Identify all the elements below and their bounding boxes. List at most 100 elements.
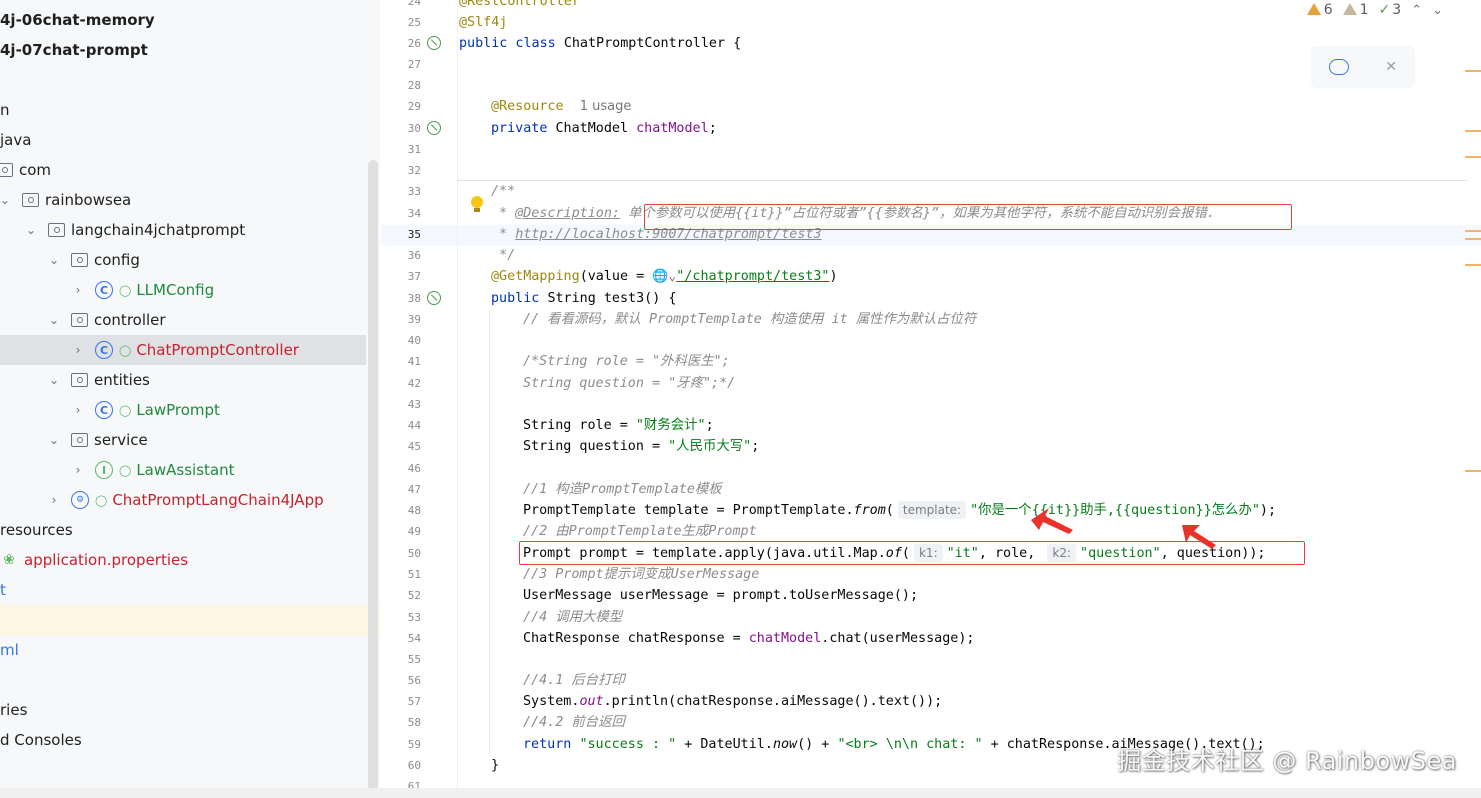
line-number[interactable]: 31 (381, 139, 421, 160)
tree-item-lawprompt[interactable]: › C ◯ LawPrompt (0, 395, 366, 425)
line-number[interactable]: 35 (381, 224, 421, 245)
stripe-mark[interactable] (1465, 156, 1481, 158)
line-number[interactable]: 51 (381, 564, 421, 585)
tree-item-module-07[interactable]: 4j-07chat-prompt (0, 35, 366, 65)
line-number[interactable]: 50 (381, 543, 421, 564)
usage-hint[interactable]: 1 usage (580, 99, 632, 114)
weak-warning-count[interactable]: 1 (1342, 2, 1369, 18)
chevron-right-icon[interactable]: › (71, 343, 85, 357)
tree-item-entities[interactable]: ⌄ entities (0, 365, 366, 395)
tree-item-config[interactable]: ⌄ config (0, 245, 366, 275)
globe-icon[interactable]: 🌐⌄ (652, 269, 676, 284)
line-number[interactable]: 52 (381, 585, 421, 606)
bean-gutter-icon[interactable] (427, 36, 441, 50)
tree-item-scratches[interactable]: d Consoles (0, 725, 366, 755)
line-number[interactable]: 46 (381, 458, 421, 479)
bean-gutter-icon[interactable] (427, 121, 441, 135)
chevron-down-icon[interactable]: ⌄ (0, 193, 12, 207)
tree-item-langchain4jchatprompt[interactable]: ⌄ langchain4jchatprompt (0, 215, 366, 245)
tree-item-main[interactable]: n (0, 95, 366, 125)
tree-item-lawassistant[interactable]: › I ◯ LawAssistant (0, 455, 366, 485)
line-number[interactable]: 28 (381, 75, 421, 96)
tree-item-chatpromptcontroller[interactable]: › C ◯ ChatPromptController (0, 335, 366, 365)
tree-item-rainbowsea[interactable]: ⌄ rainbowsea (0, 185, 366, 215)
stripe-mark[interactable] (1465, 264, 1481, 266)
tree-item-highlighted[interactable] (0, 605, 380, 635)
chevron-down-icon[interactable]: ⌄ (1432, 3, 1443, 18)
stripe-mark[interactable] (1465, 130, 1481, 132)
tree-scrollbar[interactable] (368, 160, 378, 790)
line-number[interactable]: 33 (381, 181, 421, 202)
tree-item-service[interactable]: ⌄ service (0, 425, 366, 455)
line-number[interactable]: 43 (381, 394, 421, 415)
line-number[interactable]: 38 (381, 288, 421, 309)
lightbulb-icon[interactable] (471, 196, 483, 212)
line-number[interactable]: 26 (381, 33, 421, 54)
warning-count[interactable]: 6 (1306, 2, 1333, 18)
stripe-mark[interactable] (1465, 238, 1481, 240)
line-number[interactable]: 41 (381, 351, 421, 372)
access-icon: ◯ (119, 343, 132, 357)
chevron-right-icon[interactable]: › (71, 283, 85, 297)
tree-item-com[interactable]: com (0, 155, 366, 185)
line-number[interactable]: 48 (381, 500, 421, 521)
close-icon[interactable]: ✕ (1385, 59, 1397, 75)
line-gutter: 24 25 26 27 28 29 30 31 32 33 34 35 36 37 38 39 40 41 42 43… (381, 0, 457, 798)
line-number[interactable]: 37 (381, 266, 421, 287)
line-number[interactable]: 57 (381, 691, 421, 712)
ok-count[interactable]: ✓ 3 (1379, 2, 1402, 18)
line-number[interactable]: 24 (381, 0, 421, 12)
bottom-scrollbar[interactable] (0, 788, 1481, 798)
tree-item-test[interactable]: t (0, 575, 366, 605)
line-number[interactable]: 44 (381, 415, 421, 436)
line-number[interactable]: 27 (381, 54, 421, 75)
chevron-down-icon[interactable]: ⌄ (47, 253, 61, 267)
line-number[interactable]: 39 (381, 309, 421, 330)
line-number[interactable]: 49 (381, 521, 421, 542)
line-number[interactable]: 56 (381, 670, 421, 691)
tree-item-pom[interactable]: ml (0, 635, 366, 665)
tree-item-controller[interactable]: ⌄ controller (0, 305, 366, 335)
chevron-right-icon[interactable]: › (47, 493, 61, 507)
line-number[interactable]: 53 (381, 607, 421, 628)
tree-item-libraries[interactable]: ries (0, 695, 366, 725)
tree-item-module-06[interactable]: 4j-06chat-memory (0, 5, 366, 35)
chevron-down-icon[interactable]: ⌄ (47, 373, 61, 387)
chevron-down-icon[interactable]: ⌄ (24, 223, 38, 237)
chevron-right-icon[interactable]: › (71, 403, 85, 417)
line-number[interactable]: 42 (381, 373, 421, 394)
stripe-mark[interactable] (1465, 70, 1481, 72)
code-editor[interactable]: 24 25 26 27 28 29 30 31 32 33 34 35 36 37 38 39 40 41 42 43… (381, 0, 1481, 798)
line-number[interactable]: 47 (381, 479, 421, 500)
tree-item-app[interactable]: › ⚙ ◯ ChatPromptLangChain4JApp (0, 485, 366, 515)
chevron-right-icon[interactable]: › (71, 463, 85, 477)
line-number[interactable]: 32 (381, 160, 421, 181)
ai-assistant-icon[interactable] (1329, 59, 1350, 75)
line-number[interactable]: 45 (381, 436, 421, 457)
line-number[interactable]: 34 (381, 203, 421, 224)
tree-item-llmconfig[interactable]: › C ◯ LLMConfig (0, 275, 366, 305)
endpoint-gutter-icon[interactable] (427, 291, 441, 305)
tree-item-resources[interactable]: resources (0, 515, 366, 545)
chevron-down-icon[interactable]: ⌄ (47, 433, 61, 447)
stripe-mark[interactable] (1465, 230, 1481, 232)
stripe-mark[interactable] (1465, 470, 1481, 472)
line-number[interactable]: 60 (381, 755, 421, 776)
tree-item-java[interactable]: java (0, 125, 366, 155)
line-number[interactable]: 55 (381, 649, 421, 670)
tree-item-application-properties[interactable]: ❀ application.properties (0, 545, 366, 575)
line-number[interactable]: 59 (381, 734, 421, 755)
code-line-48: PromptTemplate template = PromptTemplate… (523, 501, 1277, 519)
line-number[interactable]: 54 (381, 628, 421, 649)
chevron-up-icon[interactable]: ⌃ (1411, 3, 1422, 18)
inspection-widget[interactable]: 6 1 ✓ 3 ⌃ ⌄ (1306, 2, 1443, 18)
chevron-down-icon[interactable]: ⌄ (47, 313, 61, 327)
line-number[interactable]: 36 (381, 245, 421, 266)
line-number[interactable]: 30 (381, 118, 421, 139)
tree-item-label: ChatPromptLangChain4JApp (112, 491, 324, 509)
line-number[interactable]: 40 (381, 330, 421, 351)
line-number[interactable]: 29 (381, 96, 421, 117)
line-number[interactable]: 25 (381, 12, 421, 33)
editor-scrollbar[interactable] (1467, 0, 1481, 798)
line-number[interactable]: 58 (381, 712, 421, 733)
